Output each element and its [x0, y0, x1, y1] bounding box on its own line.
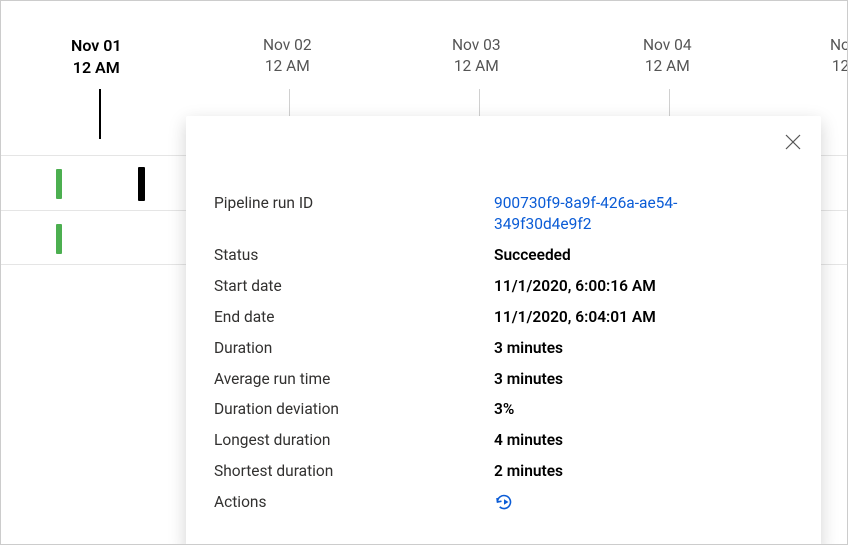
label: Actions: [214, 492, 494, 513]
rerun-icon[interactable]: [494, 492, 514, 512]
label: Average run time: [214, 369, 494, 390]
label: Pipeline run ID: [214, 193, 494, 214]
value: 11/1/2020, 6:04:01 AM: [494, 307, 793, 328]
axis-label: Nov 01 12 AM: [71, 35, 122, 78]
row-shortest: Shortest duration 2 minutes: [214, 456, 793, 487]
row-actions: Actions: [214, 487, 793, 523]
run-bar-selected[interactable]: [138, 167, 145, 201]
actions-cell: [494, 492, 793, 518]
label: End date: [214, 307, 494, 328]
label: Duration deviation: [214, 399, 494, 420]
label: Shortest duration: [214, 461, 494, 482]
label: Duration: [214, 338, 494, 359]
row-status: Status Succeeded: [214, 240, 793, 271]
label: Status: [214, 245, 494, 266]
row-avg-run: Average run time 3 minutes: [214, 364, 793, 395]
row-start-date: Start date 11/1/2020, 6:00:16 AM: [214, 271, 793, 302]
value: 3 minutes: [494, 369, 793, 390]
row-duration-dev: Duration deviation 3%: [214, 394, 793, 425]
value: Succeeded: [494, 245, 793, 266]
run-id-link[interactable]: 900730f9-8a9f-426a-ae54- 349f30d4e9f2: [494, 193, 793, 235]
label: Longest duration: [214, 430, 494, 451]
gantt-view: Nov 01 12 AM Nov 02 12 AM Nov 03 12 AM N…: [0, 0, 848, 545]
axis-tick-active: [99, 89, 101, 139]
value: 4 minutes: [494, 430, 793, 451]
value: 3%: [494, 399, 793, 420]
details-table: Pipeline run ID 900730f9-8a9f-426a-ae54-…: [214, 188, 793, 523]
axis-label: Nov 02 12 AM: [263, 35, 312, 77]
run-bar-success[interactable]: [56, 169, 62, 199]
axis-label: Nov 04 12 AM: [643, 35, 692, 77]
run-details-popover: Pipeline run ID 900730f9-8a9f-426a-ae54-…: [186, 116, 821, 545]
axis-label: Nov 03 12 AM: [452, 35, 501, 77]
row-end-date: End date 11/1/2020, 6:04:01 AM: [214, 302, 793, 333]
label: Start date: [214, 276, 494, 297]
row-duration: Duration 3 minutes: [214, 333, 793, 364]
value: 11/1/2020, 6:00:16 AM: [494, 276, 793, 297]
timeline-axis: Nov 01 12 AM Nov 02 12 AM Nov 03 12 AM N…: [1, 35, 847, 90]
row-longest: Longest duration 4 minutes: [214, 425, 793, 456]
value: 2 minutes: [494, 461, 793, 482]
value: 3 minutes: [494, 338, 793, 359]
axis-label: Nov 05 12 AM: [830, 35, 848, 77]
run-bar-success[interactable]: [56, 224, 62, 254]
row-run-id: Pipeline run ID 900730f9-8a9f-426a-ae54-…: [214, 188, 793, 240]
close-icon[interactable]: [779, 128, 807, 156]
